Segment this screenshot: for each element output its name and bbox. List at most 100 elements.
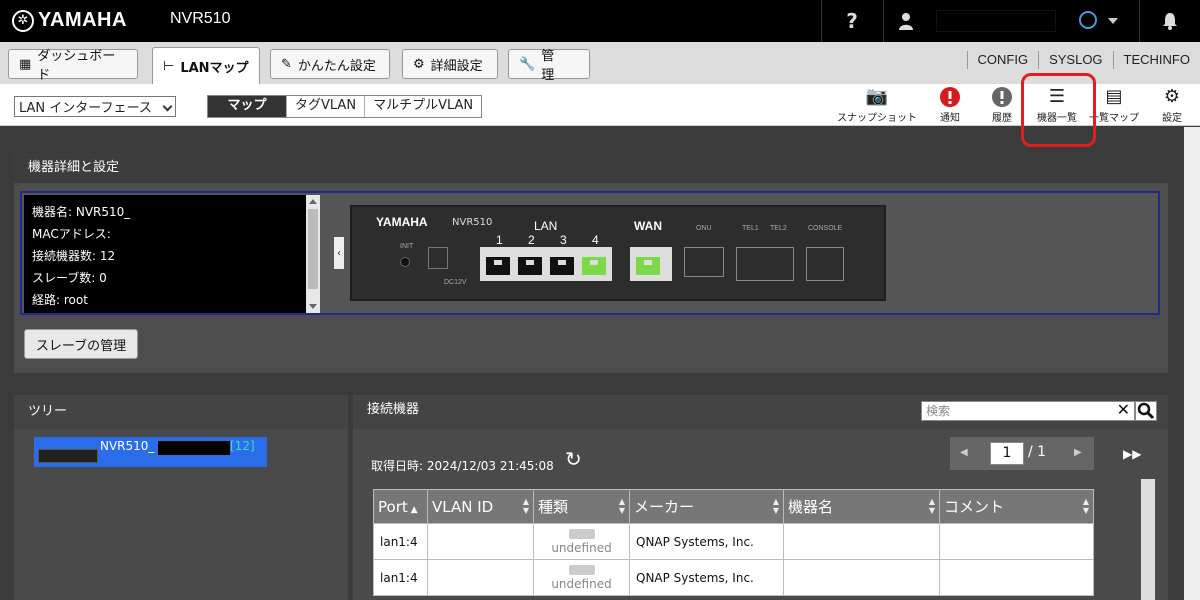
device-model: NVR510: [452, 217, 493, 228]
tool-label: スナップショット: [837, 113, 917, 124]
scroll-down-icon[interactable]: [309, 304, 317, 309]
device-view: 機器名: NVR510_ MACアドレス: 接続機器数: 12 スレーブ数: 0…: [20, 191, 1160, 315]
tab-label: 詳細設定: [430, 58, 483, 74]
help-button[interactable]: ?: [822, 0, 882, 42]
tab-easy-setup[interactable]: ✎ かんたん設定: [270, 49, 390, 79]
next-page-icon[interactable]: ▶: [1074, 447, 1082, 458]
column-label: Port: [378, 497, 408, 516]
main-tab-bar: ▦ ダッシュボード ⊢ LANマップ ✎ かんたん設定 ⚙ 詳細設定 🔧 管 理 CONF…: [0, 42, 1200, 84]
scroll-thumb[interactable]: [308, 209, 318, 289]
search-button[interactable]: [1135, 401, 1157, 421]
column-comment[interactable]: コメント ▲ ▼: [939, 489, 1094, 524]
view-tab-multiple-vlan[interactable]: マルチプルVLAN: [364, 96, 482, 117]
dc-label: DC12V: [444, 279, 467, 286]
right-links: CONFIG SYSLOG TECHINFO: [966, 51, 1200, 69]
history-icon: [992, 87, 1012, 107]
settings-button[interactable]: ⚙ 設定: [1156, 86, 1188, 125]
cell-port: lan1:4: [373, 559, 428, 596]
table-row[interactable]: lan1:4 undefined QNAP Systems, Inc.: [373, 523, 1094, 560]
view-tab-map[interactable]: マップ: [208, 96, 286, 117]
tab-lan-map[interactable]: ⊢ LANマップ: [152, 47, 260, 84]
column-label: VLAN ID: [432, 497, 494, 516]
gear-icon: ⚙: [413, 56, 425, 72]
lan-port-3[interactable]: [548, 255, 576, 277]
info-line: スレーブ数: 0: [32, 271, 107, 285]
manage-slaves-button[interactable]: スレーブの管理: [24, 329, 138, 359]
last-page-icon[interactable]: ▶▶: [1123, 447, 1141, 461]
column-port[interactable]: Port ▲: [373, 489, 428, 524]
table-row[interactable]: lan1:4 undefined QNAP Systems, Inc.: [373, 559, 1094, 596]
cell-maker: QNAP Systems, Inc.: [629, 523, 784, 560]
column-device-name[interactable]: 機器名 ▲ ▼: [783, 489, 940, 524]
tree-node-name: NVR510_: [100, 439, 155, 453]
sort-icon: ▲ ▼: [928, 497, 935, 515]
router-image: YAMAHA NVR510 INIT DC12V LAN 1 2 3 4 WAN…: [350, 205, 886, 301]
connected-devices-panel: 接続機器 検索 ✕ 取得日時: 2024/12/03 21:45:08 ↻ ◀ …: [353, 395, 1168, 600]
power-jack: [428, 247, 448, 269]
panel-title: 機器詳細と設定: [14, 153, 1168, 183]
lan-map-icon: ⊢: [163, 58, 175, 74]
highlight-box: [1021, 73, 1096, 147]
techinfo-link[interactable]: TECHINFO: [1112, 51, 1200, 69]
tab-label: かんたん設定: [297, 58, 376, 74]
interface-select[interactable]: LAN インターフェース: [14, 96, 176, 117]
tab-advanced-settings[interactable]: ⚙ 詳細設定: [402, 49, 498, 79]
brand-text: YAMAHA: [38, 9, 127, 31]
cell-name: [783, 559, 940, 596]
table-scrollbar[interactable]: [1141, 479, 1155, 600]
tuning-fork-icon: ✲: [12, 9, 34, 32]
user-name-field[interactable]: [936, 10, 1056, 32]
wan-port[interactable]: [634, 255, 662, 277]
tab-dashboard[interactable]: ▦ ダッシュボード: [8, 49, 138, 83]
snapshot-button[interactable]: 📷 スナップショット: [836, 86, 918, 125]
info-line: 接続機器数: 12: [32, 249, 116, 263]
lan-map-toolbar: LAN インターフェース マップ タグVLAN マルチプルVLAN 📷 スナップシ…: [0, 84, 1200, 126]
search-input[interactable]: 検索 ✕: [921, 401, 1135, 421]
status-ring-icon[interactable]: [1079, 11, 1097, 29]
tree-node-router[interactable]: NVR510_ [12]: [34, 437, 267, 467]
port-notch: [590, 260, 598, 265]
panel-title: 接続機器: [367, 402, 420, 417]
column-vlan-id[interactable]: VLAN ID ▲ ▼: [427, 489, 534, 524]
wrench-icon: 🔧: [519, 56, 536, 72]
history-button[interactable]: 履歴: [982, 86, 1022, 124]
device-info-box: 機器名: NVR510_ MACアドレス: 接続機器数: 12 スレーブ数: 0…: [24, 195, 320, 313]
column-maker[interactable]: メーカー ▲ ▼: [629, 489, 784, 524]
config-link[interactable]: CONFIG: [966, 51, 1039, 69]
bell-button[interactable]: [1140, 0, 1200, 42]
page-scrollbar[interactable]: [1184, 127, 1200, 600]
lan-port-1[interactable]: [484, 255, 512, 277]
lan-port-4[interactable]: [580, 255, 608, 277]
page-input[interactable]: 1: [990, 442, 1024, 465]
device-detail-panel: 機器詳細と設定 機器名: NVR510_ MACアドレス: 接続機器数: 12 …: [14, 153, 1168, 373]
cell-comment: [939, 523, 1094, 560]
user-icon: [899, 13, 913, 30]
cell-port: lan1:4: [373, 523, 428, 560]
notification-button[interactable]: 通知: [930, 86, 970, 124]
gear-icon: ⚙: [1163, 86, 1181, 107]
cell-comment: [939, 559, 1094, 596]
collapse-toggle[interactable]: ‹: [334, 237, 344, 269]
tab-management[interactable]: 🔧 管 理: [508, 49, 590, 83]
column-type[interactable]: 種類 ▲ ▼: [533, 489, 630, 524]
lan-port-2[interactable]: [516, 255, 544, 277]
user-button[interactable]: [884, 0, 928, 42]
connected-body: 取得日時: 2024/12/03 21:45:08 ↻ ◀ 1 / 1 ▶ ▶▶…: [353, 429, 1168, 600]
scroll-up-icon[interactable]: [309, 199, 317, 204]
model-name: NVR510: [170, 10, 231, 27]
tree-panel: ツリー NVR510_ [12]: [14, 395, 348, 600]
init-label: INIT: [400, 243, 414, 250]
syslog-link[interactable]: SYSLOG: [1038, 51, 1112, 69]
clear-icon[interactable]: ✕: [1117, 401, 1130, 419]
info-line: 機器名: NVR510_: [32, 205, 131, 219]
bell-icon: [1163, 13, 1177, 30]
chevron-down-icon[interactable]: [1108, 18, 1118, 24]
panel-title: ツリー: [28, 404, 68, 419]
refresh-icon[interactable]: ↻: [565, 447, 582, 471]
view-tab-tag-vlan[interactable]: タグVLAN: [286, 96, 365, 117]
scrollbar[interactable]: [306, 195, 320, 313]
sort-icon: ▲ ▼: [1082, 497, 1089, 515]
tree-node-count: [12]: [230, 439, 255, 453]
fetched-timestamp: 取得日時: 2024/12/03 21:45:08: [371, 459, 554, 473]
prev-page-icon[interactable]: ◀: [960, 447, 968, 458]
